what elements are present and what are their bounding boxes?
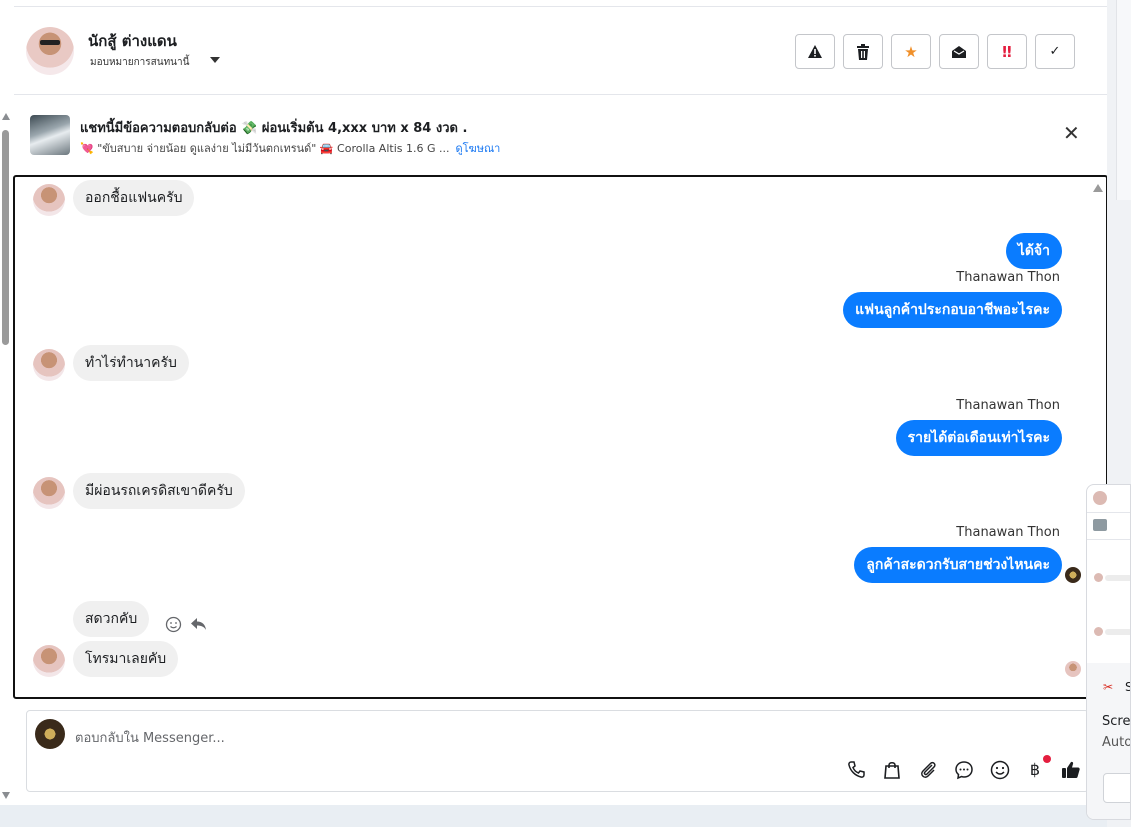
page-scrollbar[interactable] bbox=[0, 110, 12, 805]
contact-avatar-small[interactable] bbox=[33, 645, 65, 677]
scroll-up-arrow-icon[interactable] bbox=[2, 113, 10, 120]
popup-action-button[interactable] bbox=[1103, 773, 1130, 803]
contact-name[interactable]: นักสู้ ต่างแดน bbox=[88, 29, 177, 53]
close-icon[interactable]: ✕ bbox=[1063, 123, 1080, 143]
popup-subtitle: Auto bbox=[1102, 735, 1131, 750]
sender-name: Thanawan Thon bbox=[956, 270, 1060, 285]
avatar-glasses bbox=[40, 40, 60, 45]
outgoing-message[interactable]: ได้จ้า bbox=[1005, 233, 1062, 269]
scrollbar-thumb[interactable] bbox=[2, 130, 9, 345]
mini-bubble bbox=[1105, 575, 1130, 581]
saved-reply-icon[interactable] bbox=[953, 759, 975, 781]
message-thread[interactable]: ออกชื้อแฟนครับ ได้จ้า Thanawan Thon แฟนล… bbox=[13, 175, 1108, 699]
page-avatar bbox=[35, 719, 65, 749]
assign-conversation-label[interactable]: มอบหมายการสนทนานี้ bbox=[90, 55, 189, 70]
scroll-down-arrow-icon[interactable] bbox=[2, 792, 10, 799]
open-envelope-icon bbox=[952, 45, 966, 58]
react-emoji-icon[interactable] bbox=[165, 616, 182, 633]
chevron-down-icon[interactable] bbox=[210, 57, 220, 63]
mini-avatar bbox=[1093, 491, 1107, 505]
popup-divider bbox=[1087, 512, 1130, 513]
mini-ad-thumbnail bbox=[1093, 519, 1107, 531]
outgoing-message[interactable]: ลูกค้าสะดวกรับสายช่วงไหนคะ bbox=[854, 547, 1062, 583]
seen-receipt-avatar bbox=[1065, 567, 1081, 583]
check-icon: ✓ bbox=[1049, 44, 1061, 59]
popup-app-label: S bbox=[1125, 680, 1130, 694]
shopping-bag-icon[interactable] bbox=[881, 759, 903, 781]
star-button[interactable]: ★ bbox=[891, 34, 931, 69]
delete-button[interactable] bbox=[843, 34, 883, 69]
notification-dot bbox=[1043, 755, 1051, 763]
seen-receipt-avatar bbox=[1065, 661, 1081, 677]
conversation-header: นักสู้ ต่างแดน มอบหมายการสนทนานี้ ★ ‼ ✓ bbox=[14, 7, 1107, 95]
outgoing-message[interactable]: รายได้ต่อเดือนเท่าไรคะ bbox=[895, 420, 1062, 456]
trash-icon bbox=[857, 43, 869, 60]
reply-input[interactable]: ตอบกลับใน Messenger... bbox=[75, 727, 225, 748]
incoming-message[interactable]: ออกชื้อแฟนครับ bbox=[73, 180, 195, 216]
reply-composer[interactable]: ตอบกลับใน Messenger... ฿ bbox=[26, 710, 1089, 792]
contact-avatar-small[interactable] bbox=[33, 349, 65, 381]
mini-avatar bbox=[1094, 573, 1103, 582]
ad-thumbnail[interactable] bbox=[30, 115, 70, 155]
thumbs-up-icon[interactable] bbox=[1060, 759, 1082, 781]
popup-divider bbox=[1087, 539, 1130, 540]
mini-bubble bbox=[1105, 629, 1130, 635]
incoming-message[interactable]: ทำไร่ทำนาครับ bbox=[73, 345, 189, 381]
mark-unread-button[interactable] bbox=[939, 34, 979, 69]
reply-arrow-icon[interactable] bbox=[190, 617, 207, 632]
contact-avatar-small[interactable] bbox=[33, 184, 65, 216]
ad-subtitle-text: 💘 "ขับสบาย จ่ายน้อย ดูแลง่าย ไม่มีวันตกเ… bbox=[80, 142, 450, 155]
contact-avatar-small[interactable] bbox=[33, 477, 65, 509]
important-button[interactable]: ‼ bbox=[987, 34, 1027, 69]
paperclip-icon[interactable] bbox=[917, 759, 939, 781]
incoming-message[interactable]: สดวกคับ bbox=[73, 601, 150, 637]
ad-context-bar: แชทนี้มีข้อความตอบกลับต่อ 💸 ผ่อนเริ่มต้น… bbox=[14, 96, 1107, 174]
incoming-message[interactable]: มีผ่อนรถเครดิสเขาดีครับ bbox=[73, 473, 245, 509]
inbox-page: นักสู้ ต่างแดน มอบหมายการสนทนานี้ ★ ‼ ✓ … bbox=[0, 0, 1108, 805]
mini-avatar bbox=[1094, 627, 1103, 636]
sender-name: Thanawan Thon bbox=[956, 525, 1060, 540]
report-button[interactable] bbox=[795, 34, 835, 69]
incoming-message[interactable]: โทรมาเลยคับ bbox=[73, 641, 179, 677]
ad-title: แชทนี้มีข้อความตอบกลับต่อ 💸 ผ่อนเริ่มต้น… bbox=[80, 121, 468, 136]
double-exclamation-icon: ‼ bbox=[1002, 42, 1012, 61]
ad-subtitle: 💘 "ขับสบาย จ่ายน้อย ดูแลง่าย ไม่มีวันตกเ… bbox=[80, 139, 500, 157]
preview-popup[interactable]: ✂ S Scree Auto bbox=[1086, 484, 1131, 820]
thread-scroll-up-icon[interactable] bbox=[1093, 184, 1103, 192]
view-ad-link[interactable]: ดูโฆษณา bbox=[455, 142, 500, 155]
phone-icon[interactable] bbox=[845, 759, 867, 781]
popup-title: Scree bbox=[1102, 714, 1131, 729]
done-button[interactable]: ✓ bbox=[1035, 34, 1075, 69]
baht-icon[interactable]: ฿ bbox=[1024, 759, 1046, 781]
emoji-icon[interactable] bbox=[989, 759, 1011, 781]
star-icon: ★ bbox=[904, 42, 918, 61]
outgoing-message[interactable]: แฟนลูกค้าประกอบอาชีพอะไรคะ bbox=[843, 292, 1062, 328]
contact-avatar[interactable] bbox=[26, 27, 74, 75]
snipping-tool-icon: ✂ bbox=[1103, 680, 1114, 694]
sender-name: Thanawan Thon bbox=[956, 398, 1060, 413]
warning-icon bbox=[808, 45, 822, 58]
right-panel-strip bbox=[1116, 0, 1131, 200]
